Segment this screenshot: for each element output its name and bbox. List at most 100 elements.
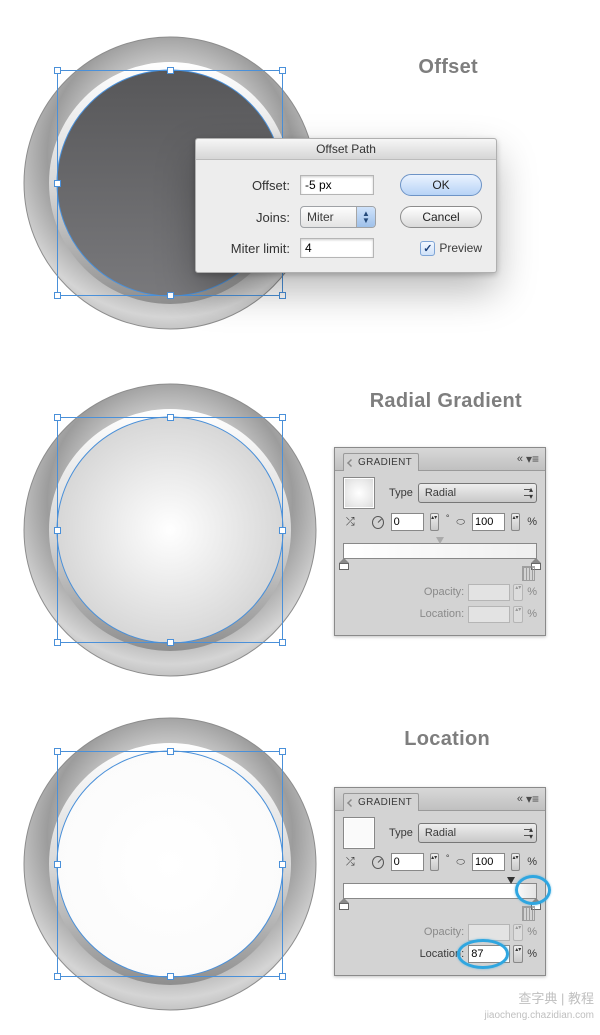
preview-label: Preview: [439, 241, 482, 255]
step-title-radial-gradient: Radial Gradient: [370, 390, 522, 413]
gradient-swatch[interactable]: [343, 817, 375, 849]
section-location: Location: [0, 692, 600, 1032]
percent-label: %: [527, 608, 537, 620]
aspect-icon: ⬭: [456, 857, 465, 868]
miter-limit-input[interactable]: [300, 238, 374, 258]
opacity-label: Opacity:: [424, 926, 464, 938]
sel-handle-tc[interactable]: [167, 748, 174, 755]
type-value: Radial: [425, 827, 456, 839]
percent-label: %: [527, 516, 537, 528]
sel-handle-mr[interactable]: [279, 861, 286, 868]
angle-icon: [372, 856, 384, 869]
gradient-bar[interactable]: [343, 883, 537, 899]
color-stop-start[interactable]: [339, 558, 349, 570]
sel-handle-br[interactable]: [279, 973, 286, 980]
opacity-label: Opacity:: [424, 586, 464, 598]
sel-handle-tl[interactable]: [54, 748, 61, 755]
sel-handle-bl[interactable]: [54, 973, 61, 980]
location-input[interactable]: [468, 945, 510, 963]
angle-stepper[interactable]: ▴▾: [430, 513, 439, 531]
preview-checkbox[interactable]: ✓ Preview: [420, 241, 482, 256]
angle-input[interactable]: [391, 513, 424, 531]
location-stepper-disabled: ▴▾: [513, 606, 523, 623]
dialog-title: Offset Path: [196, 139, 496, 160]
type-label: Type: [389, 827, 413, 839]
reverse-gradient-icon[interactable]: ⤮: [343, 514, 358, 530]
sel-handle-tl[interactable]: [54, 414, 61, 421]
midpoint-diamond-icon[interactable]: [507, 877, 515, 884]
percent-label: %: [527, 856, 537, 868]
panel-collapse-icon[interactable]: «: [517, 453, 523, 465]
gradient-ramp[interactable]: [335, 539, 545, 579]
cancel-button[interactable]: Cancel: [400, 206, 482, 228]
percent-label: %: [527, 926, 537, 938]
sel-handle-bl[interactable]: [54, 292, 61, 299]
degree-icon: °: [446, 853, 450, 863]
illustration-radial: [15, 372, 325, 682]
panel-tab-gradient[interactable]: GRADIENT: [343, 453, 419, 471]
type-select[interactable]: Radial ▴▾: [418, 483, 537, 503]
aspect-input[interactable]: [472, 513, 505, 531]
angle-icon: [372, 516, 384, 529]
offset-input[interactable]: [300, 175, 374, 195]
checkbox-checked-icon: ✓: [420, 241, 435, 256]
step-title-offset: Offset: [418, 56, 478, 79]
sel-handle-tc[interactable]: [167, 67, 174, 74]
panel-header: GRADIENT « ▾≡: [335, 788, 545, 811]
section-radial-gradient: Radial Gradient: [0, 362, 600, 692]
offset-path-dialog: Offset Path Offset: OK Joins: Miter ▲▼ C…: [195, 138, 497, 273]
select-arrows-icon: ▲▼: [356, 207, 375, 227]
panel-menu-icon[interactable]: ▾≡: [526, 452, 539, 466]
selection-bbox: [57, 417, 283, 643]
midpoint-diamond-icon[interactable]: [436, 537, 444, 544]
joins-select[interactable]: Miter ▲▼: [300, 206, 376, 228]
aspect-stepper[interactable]: ▴▾: [511, 513, 520, 531]
sel-handle-tr[interactable]: [279, 748, 286, 755]
aspect-stepper[interactable]: ▴▾: [511, 853, 520, 871]
sel-handle-bc[interactable]: [167, 292, 174, 299]
sel-handle-br[interactable]: [279, 292, 286, 299]
sel-handle-br[interactable]: [279, 639, 286, 646]
gradient-swatch[interactable]: [343, 477, 375, 509]
sel-handle-ml[interactable]: [54, 180, 61, 187]
angle-input[interactable]: [391, 853, 424, 871]
percent-label: %: [527, 948, 537, 960]
watermark-sub: jiaocheng.chazidian.com: [484, 1010, 594, 1021]
section-offset: Offset: [0, 0, 600, 360]
panel-collapse-icon[interactable]: «: [517, 793, 523, 805]
location-label: Location:: [420, 608, 465, 620]
type-value: Radial: [425, 487, 456, 499]
sel-handle-tl[interactable]: [54, 67, 61, 74]
reverse-gradient-icon[interactable]: ⤮: [343, 854, 358, 870]
sel-handle-mr[interactable]: [279, 527, 286, 534]
watermark-main: 查字典 | 教程: [518, 988, 594, 1007]
degree-icon: °: [446, 513, 450, 523]
gradient-panel: GRADIENT « ▾≡ Type Radial ▴▾ ⤮: [334, 787, 546, 976]
sel-handle-tc[interactable]: [167, 414, 174, 421]
color-stop-start[interactable]: [339, 898, 349, 910]
angle-stepper[interactable]: ▴▾: [430, 853, 439, 871]
sel-handle-bc[interactable]: [167, 973, 174, 980]
opacity-stepper-disabled: ▴▾: [513, 924, 523, 941]
opacity-input-disabled: [468, 584, 510, 601]
opacity-input-disabled: [468, 924, 510, 941]
trash-icon[interactable]: [522, 566, 535, 581]
gradient-bar[interactable]: [343, 543, 537, 559]
sel-handle-bc[interactable]: [167, 639, 174, 646]
tutorial-canvas: Offset: [0, 0, 600, 1035]
percent-label: %: [527, 586, 537, 598]
location-stepper[interactable]: ▴▾: [513, 945, 523, 963]
sel-handle-tr[interactable]: [279, 414, 286, 421]
aspect-input[interactable]: [472, 853, 505, 871]
panel-tab-gradient[interactable]: GRADIENT: [343, 793, 419, 811]
type-select[interactable]: Radial ▴▾: [418, 823, 537, 843]
sel-handle-ml[interactable]: [54, 527, 61, 534]
panel-menu-icon[interactable]: ▾≡: [526, 792, 539, 806]
sel-handle-tr[interactable]: [279, 67, 286, 74]
ok-button[interactable]: OK: [400, 174, 482, 196]
sel-handle-bl[interactable]: [54, 639, 61, 646]
joins-label: Joins:: [210, 210, 290, 225]
sel-handle-ml[interactable]: [54, 861, 61, 868]
miter-limit-label: Miter limit:: [210, 241, 290, 256]
gradient-ramp[interactable]: [335, 879, 545, 919]
